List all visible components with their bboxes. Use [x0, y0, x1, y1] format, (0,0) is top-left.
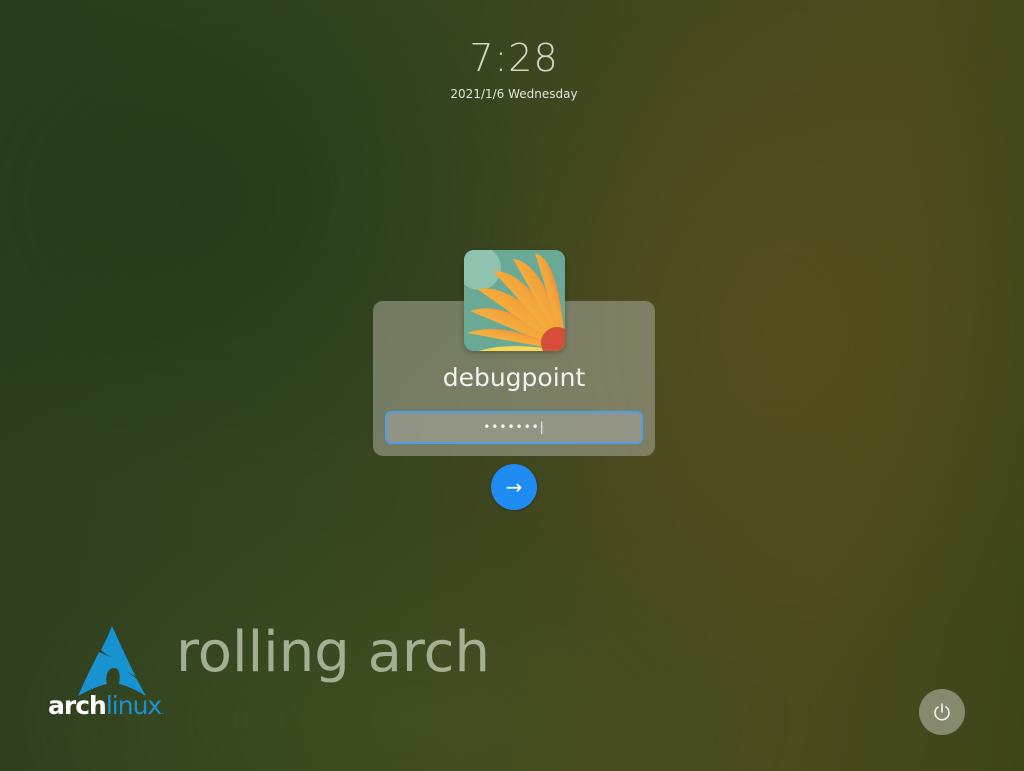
- arch-logo-icon: [78, 626, 146, 696]
- wordmark-dot: .: [161, 706, 164, 717]
- flower-avatar-icon: [464, 250, 565, 351]
- password-input[interactable]: •••••••|: [385, 411, 643, 444]
- clock-date: 2021/1/6 Wednesday: [450, 87, 578, 101]
- user-avatar[interactable]: [464, 250, 565, 351]
- wallpaper-tagline: rolling arch: [176, 620, 490, 685]
- clock-time: 7:28: [469, 36, 559, 80]
- wordmark-arch: arch: [48, 691, 107, 720]
- arch-linux-wordmark: archlinux.: [48, 691, 165, 720]
- power-icon: [934, 703, 950, 721]
- login-button[interactable]: →: [491, 464, 537, 510]
- arrow-right-icon: →: [505, 475, 523, 499]
- power-button[interactable]: [919, 689, 965, 735]
- wordmark-linux: linux: [105, 691, 162, 720]
- username-label: debugpoint: [442, 363, 586, 392]
